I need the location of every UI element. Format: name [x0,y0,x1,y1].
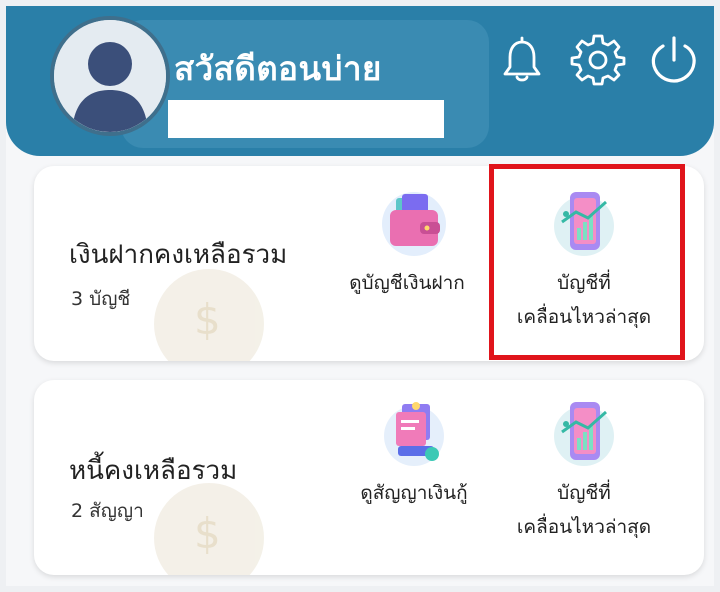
loan-contract-icon [374,398,454,470]
loan-total-title: หนี้คงเหลือรวม [69,456,238,486]
view-deposit-accounts-label: ดูบัญชีเงินฝาก [349,272,465,294]
greeting-text: สวัสดีตอนบ่าย [174,49,382,88]
phone-chart-icon [544,398,624,470]
power-icon[interactable] [646,32,702,88]
avatar[interactable] [50,16,170,136]
recent-loan-activity-label: บัญชีที่ เคลื่อนไหวล่าสุด [516,482,652,538]
view-deposit-accounts-button[interactable]: ดูบัญชีเงินฝาก [334,188,494,300]
view-loan-contracts-label: ดูสัญญาเงินกู้ [360,482,468,504]
app-screen: สวัสดีตอนบ่าย เงิน [6,6,714,586]
loan-summary-card: หนี้คงเหลือรวม 2 สัญญา ดูสัญญาเงินกู้ [34,380,704,575]
money-bag-watermark [154,483,264,575]
recent-loan-activity-button[interactable]: บัญชีที่ เคลื่อนไหวล่าสุด [504,398,664,544]
highlight-box [489,164,685,360]
header-banner: สวัสดีตอนบ่าย [6,6,714,156]
view-loan-contracts-button[interactable]: ดูสัญญาเงินกู้ [334,398,494,510]
loan-contract-count: 2 สัญญา [71,500,144,522]
user-name-field [168,100,444,138]
wallet-icon [374,188,454,260]
deposit-total-title: เงินฝากคงเหลือรวม [69,240,288,270]
money-bag-watermark [154,269,264,361]
user-silhouette-icon [54,20,166,132]
gear-icon[interactable] [570,32,626,88]
bell-icon[interactable] [494,32,550,88]
deposit-account-count: 3 บัญชี [71,288,131,310]
